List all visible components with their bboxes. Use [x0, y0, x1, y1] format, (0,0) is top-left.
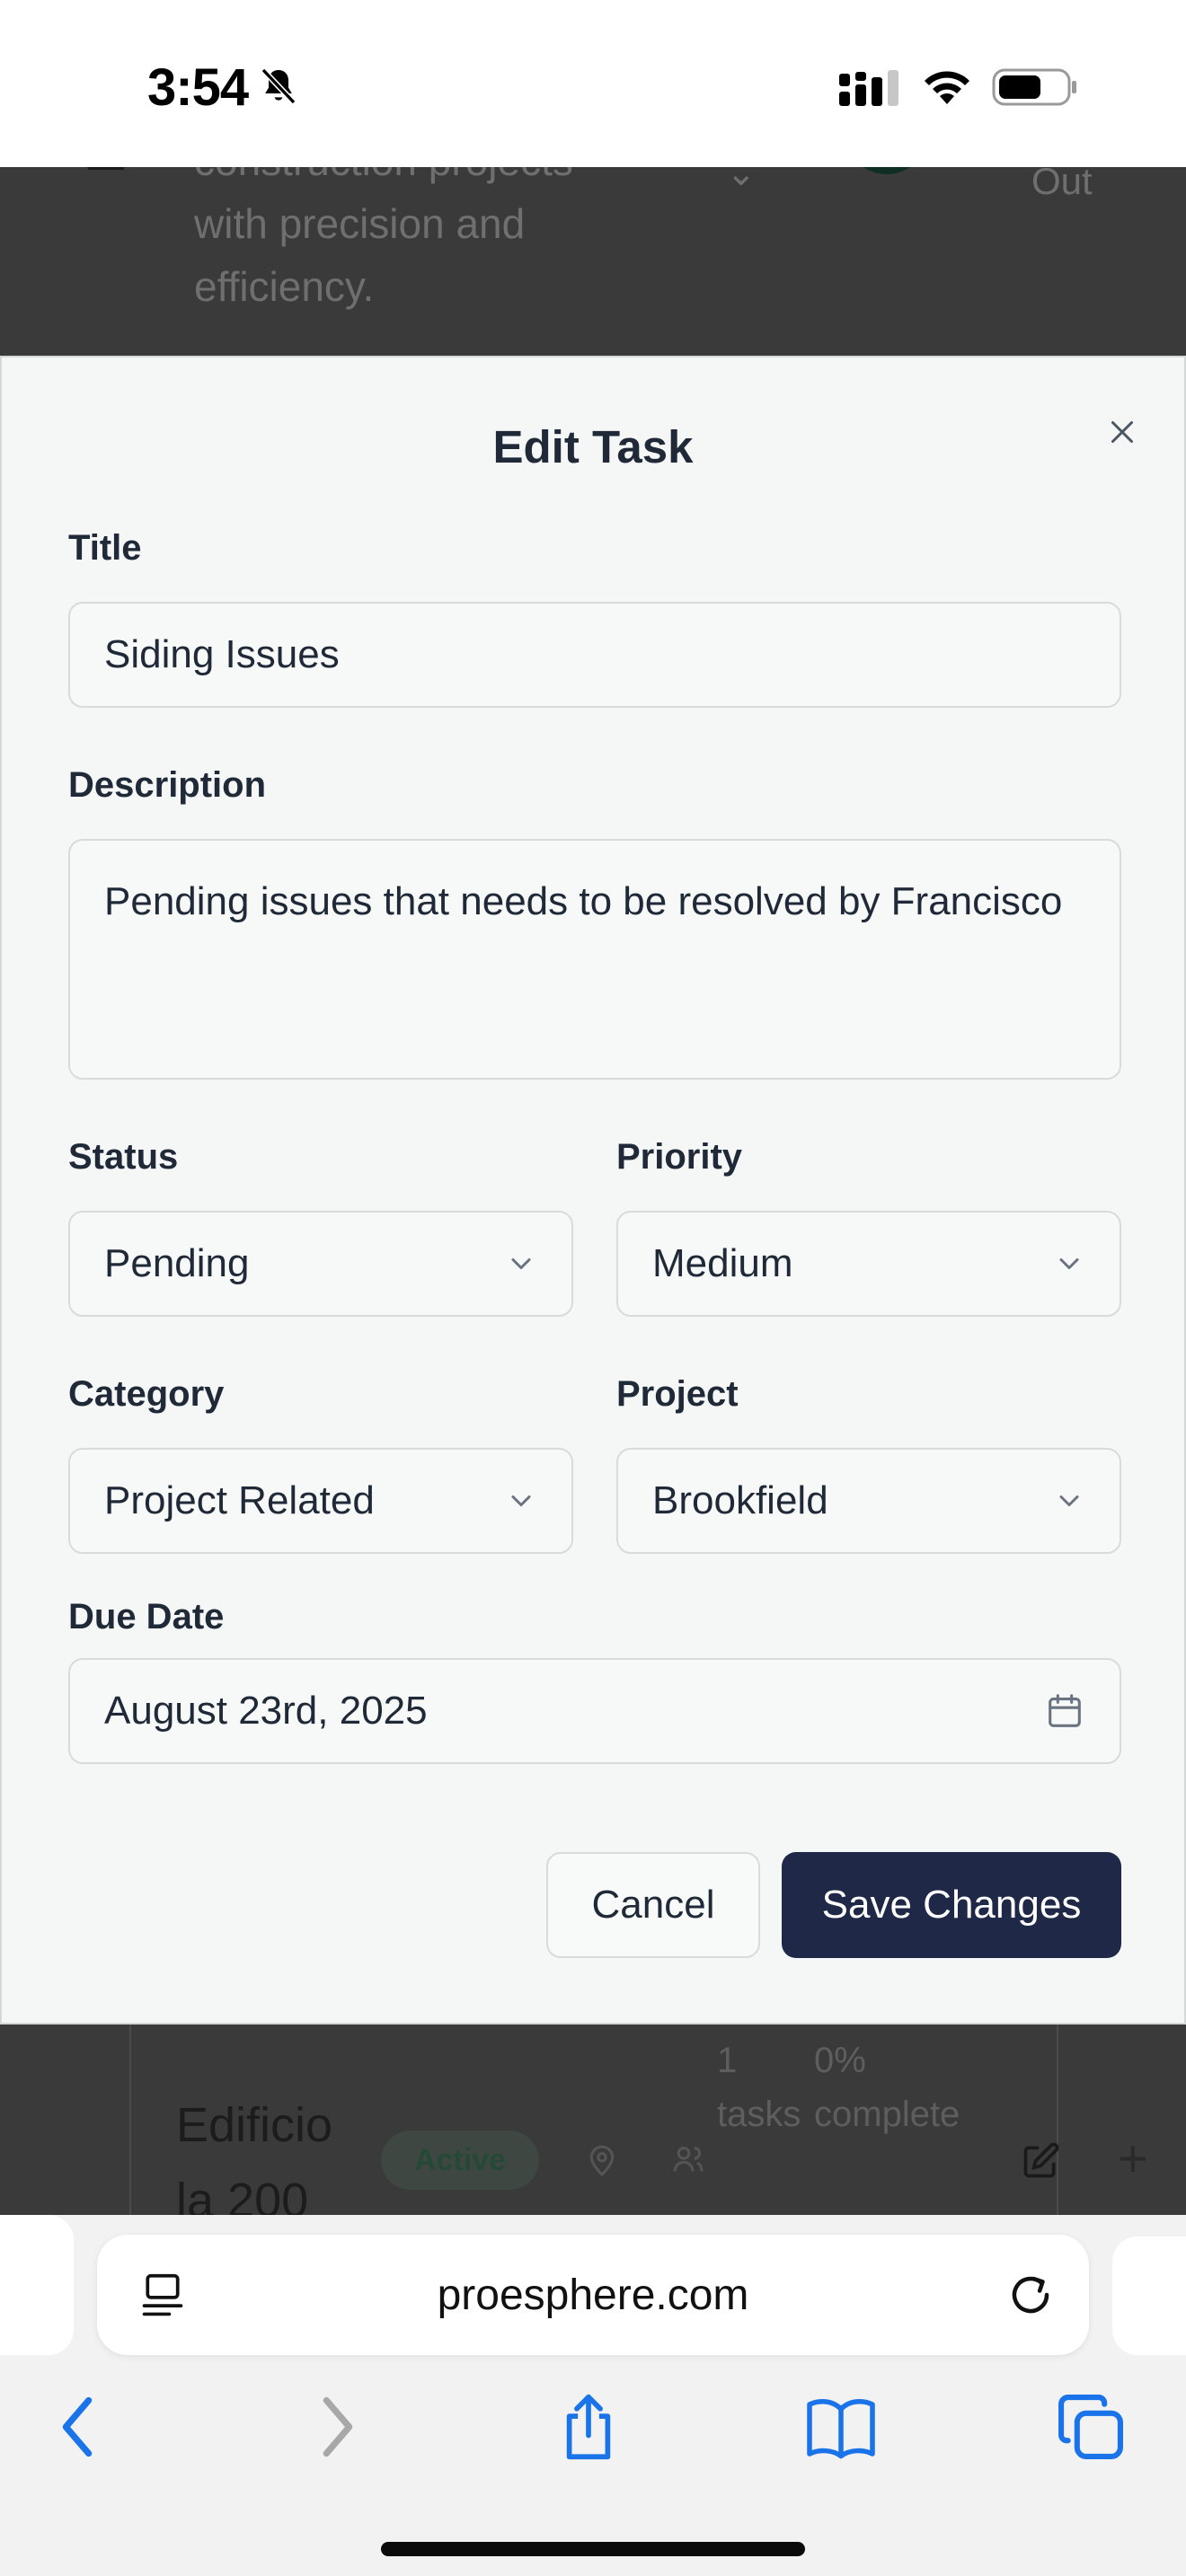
- due-date-picker[interactable]: August 23rd, 2025: [68, 1658, 1121, 1764]
- project-label: Project: [616, 1374, 739, 1414]
- location-pin-icon: [589, 2145, 615, 2177]
- chevron-down-icon: [511, 1495, 531, 1506]
- status-badge: Active: [381, 2130, 539, 2190]
- background-page-header: construction projects with precision and…: [0, 167, 1186, 356]
- status-time: 3:54: [147, 58, 249, 117]
- due-date-label: Due Date: [68, 1597, 225, 1636]
- edit-icon: [1023, 2142, 1059, 2178]
- background-project-list: Edificio la 200 Active 1 tasks 0% comple…: [0, 2025, 1186, 2215]
- previous-tab-preview[interactable]: [0, 2215, 74, 2355]
- background-description-line: with precision and: [194, 200, 526, 247]
- chevron-down-icon: ⌄: [726, 167, 757, 193]
- wifi-icon: [925, 71, 969, 104]
- sign-out-label: Out: [1031, 167, 1093, 202]
- tasks-count: 1: [717, 2041, 738, 2080]
- bell-slash-icon: [261, 67, 296, 105]
- background-description-line: efficiency.: [194, 263, 375, 310]
- close-button[interactable]: [1094, 404, 1150, 460]
- reload-icon[interactable]: [1006, 2271, 1055, 2319]
- cellular-signal-icon: [839, 70, 898, 106]
- title-input-value: Siding Issues: [104, 632, 340, 676]
- project-select-value: Brookfield: [652, 1478, 828, 1522]
- bookmarks-icon[interactable]: [805, 2393, 877, 2461]
- edit-task-dialog: Edit Task Title Siding Issues Descriptio…: [0, 356, 1186, 2025]
- back-icon[interactable]: [54, 2393, 101, 2461]
- priority-label: Priority: [616, 1137, 743, 1177]
- next-tab-preview[interactable]: [1112, 2236, 1186, 2355]
- plus-icon: +: [1118, 2130, 1148, 2188]
- tasks-label: tasks: [717, 2095, 801, 2134]
- tabs-icon[interactable]: [1057, 2393, 1125, 2461]
- status-label: Status: [68, 1137, 179, 1177]
- chevron-down-icon: [1059, 1258, 1079, 1269]
- status-select-value: Pending: [104, 1241, 250, 1285]
- users-icon: [673, 2147, 704, 2172]
- project-name-line: la 200: [176, 2174, 309, 2215]
- forward-icon[interactable]: [314, 2393, 361, 2461]
- description-textarea[interactable]: Pending issues that needs to be resolved…: [68, 839, 1121, 1080]
- save-changes-button[interactable]: Save Changes: [782, 1852, 1121, 1958]
- browser-toolbar: proesphere.com: [0, 2215, 1186, 2576]
- status-bar: 3:54: [0, 0, 1186, 167]
- priority-select[interactable]: Medium: [616, 1211, 1121, 1317]
- priority-select-value: Medium: [652, 1241, 793, 1285]
- description-label: Description: [68, 765, 267, 805]
- menu-icon: [88, 167, 124, 170]
- avatar: [845, 167, 929, 174]
- chevron-down-icon: [511, 1258, 531, 1269]
- project-card-name: Edificio la 200: [176, 2087, 332, 2215]
- category-label: Category: [68, 1374, 225, 1414]
- chevron-down-icon: [1059, 1495, 1079, 1506]
- progress-label: complete: [814, 2095, 960, 2134]
- category-select[interactable]: Project Related: [68, 1448, 573, 1554]
- calendar-icon: [1049, 1694, 1081, 1727]
- title-label: Title: [68, 528, 142, 568]
- address-bar[interactable]: proesphere.com: [97, 2235, 1089, 2355]
- category-select-value: Project Related: [104, 1478, 375, 1522]
- share-icon[interactable]: [557, 2393, 620, 2461]
- background-description-line: construction projects: [194, 167, 573, 185]
- title-input[interactable]: Siding Issues: [68, 602, 1121, 708]
- cancel-button[interactable]: Cancel: [546, 1852, 760, 1958]
- project-select[interactable]: Brookfield: [616, 1448, 1121, 1554]
- battery-icon: [992, 68, 1076, 106]
- description-textarea-value: Pending issues that needs to be resolved…: [104, 879, 1063, 923]
- project-name-line: Edificio: [176, 2098, 333, 2152]
- dialog-title: Edit Task: [492, 421, 694, 472]
- progress-value: 0%: [814, 2041, 866, 2080]
- home-indicator: [381, 2542, 805, 2556]
- status-select[interactable]: Pending: [68, 1211, 573, 1317]
- url-text: proesphere.com: [437, 2272, 749, 2319]
- close-icon: [1111, 421, 1133, 443]
- due-date-value: August 23rd, 2025: [104, 1689, 428, 1733]
